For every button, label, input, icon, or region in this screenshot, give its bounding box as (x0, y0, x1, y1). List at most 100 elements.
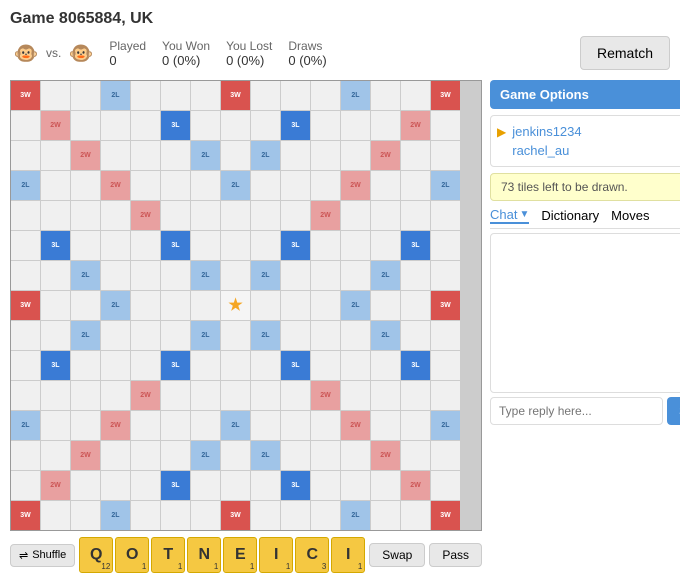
cell-3-10[interactable] (311, 171, 340, 200)
cell-13-5[interactable]: 3L (161, 471, 190, 500)
cell-4-9[interactable] (281, 201, 310, 230)
cell-13-9[interactable]: 3L (281, 471, 310, 500)
cell-8-9[interactable] (281, 321, 310, 350)
cell-9-11[interactable] (341, 351, 370, 380)
cell-6-10[interactable] (311, 261, 340, 290)
cell-3-0[interactable]: 2L (11, 171, 40, 200)
cell-0-14[interactable]: 3W (431, 81, 460, 110)
cell-5-10[interactable] (311, 231, 340, 260)
cell-3-9[interactable] (281, 171, 310, 200)
cell-1-5[interactable]: 3L (161, 111, 190, 140)
swap-button[interactable]: Swap (369, 543, 425, 567)
cell-11-13[interactable] (401, 411, 430, 440)
cell-6-3[interactable] (101, 261, 130, 290)
cell-7-0[interactable]: 3W (11, 291, 40, 320)
cell-14-11[interactable]: 2L (341, 501, 370, 530)
cell-13-6[interactable] (191, 471, 220, 500)
cell-3-13[interactable] (401, 171, 430, 200)
cell-6-12[interactable]: 2L (371, 261, 400, 290)
cell-10-10[interactable]: 2W (311, 381, 340, 410)
cell-3-2[interactable] (71, 171, 100, 200)
tab-moves[interactable]: Moves (611, 208, 649, 223)
cell-10-11[interactable] (341, 381, 370, 410)
cell-5-4[interactable] (131, 231, 160, 260)
cell-8-7[interactable] (221, 321, 250, 350)
cell-11-3[interactable]: 2W (101, 411, 130, 440)
cell-5-7[interactable] (221, 231, 250, 260)
cell-3-4[interactable] (131, 171, 160, 200)
cell-14-13[interactable] (401, 501, 430, 530)
cell-12-7[interactable] (221, 441, 250, 470)
cell-9-7[interactable] (221, 351, 250, 380)
cell-12-2[interactable]: 2W (71, 441, 100, 470)
rematch-button[interactable]: Rematch (580, 36, 670, 70)
cell-9-13[interactable]: 3L (401, 351, 430, 380)
cell-11-4[interactable] (131, 411, 160, 440)
cell-1-12[interactable] (371, 111, 400, 140)
cell-11-11[interactable]: 2W (341, 411, 370, 440)
cell-0-10[interactable] (311, 81, 340, 110)
cell-9-0[interactable] (11, 351, 40, 380)
cell-0-9[interactable] (281, 81, 310, 110)
cell-7-2[interactable] (71, 291, 100, 320)
cell-1-0[interactable] (11, 111, 40, 140)
cell-13-13[interactable]: 2W (401, 471, 430, 500)
rack-tile-6[interactable]: C3 (295, 537, 329, 573)
cell-14-14[interactable]: 3W (431, 501, 460, 530)
cell-11-5[interactable] (161, 411, 190, 440)
cell-3-14[interactable]: 2L (431, 171, 460, 200)
cell-7-9[interactable] (281, 291, 310, 320)
cell-4-13[interactable] (401, 201, 430, 230)
cell-13-11[interactable] (341, 471, 370, 500)
cell-6-9[interactable] (281, 261, 310, 290)
cell-8-12[interactable]: 2L (371, 321, 400, 350)
cell-6-1[interactable] (41, 261, 70, 290)
cell-9-8[interactable] (251, 351, 280, 380)
send-button[interactable]: Send (667, 397, 680, 425)
cell-1-1[interactable]: 2W (41, 111, 70, 140)
cell-2-3[interactable] (101, 141, 130, 170)
cell-0-1[interactable] (41, 81, 70, 110)
cell-9-9[interactable]: 3L (281, 351, 310, 380)
cell-1-4[interactable] (131, 111, 160, 140)
cell-8-0[interactable] (11, 321, 40, 350)
cell-12-5[interactable] (161, 441, 190, 470)
tab-chat[interactable]: Chat ▼ (490, 207, 529, 224)
cell-2-10[interactable] (311, 141, 340, 170)
cell-7-7[interactable]: ★ (221, 291, 250, 320)
cell-7-5[interactable] (161, 291, 190, 320)
cell-9-2[interactable] (71, 351, 100, 380)
rack-tile-1[interactable]: O1 (115, 537, 149, 573)
cell-10-2[interactable] (71, 381, 100, 410)
cell-5-3[interactable] (101, 231, 130, 260)
cell-2-1[interactable] (41, 141, 70, 170)
cell-6-2[interactable]: 2L (71, 261, 100, 290)
cell-5-5[interactable]: 3L (161, 231, 190, 260)
cell-7-10[interactable] (311, 291, 340, 320)
cell-14-1[interactable] (41, 501, 70, 530)
cell-8-13[interactable] (401, 321, 430, 350)
cell-2-13[interactable] (401, 141, 430, 170)
cell-13-10[interactable] (311, 471, 340, 500)
cell-13-1[interactable]: 2W (41, 471, 70, 500)
cell-9-3[interactable] (101, 351, 130, 380)
cell-1-14[interactable] (431, 111, 460, 140)
chat-input[interactable] (490, 397, 663, 425)
cell-7-13[interactable] (401, 291, 430, 320)
cell-6-0[interactable] (11, 261, 40, 290)
cell-5-8[interactable] (251, 231, 280, 260)
rack-tile-2[interactable]: T1 (151, 537, 185, 573)
cell-7-6[interactable] (191, 291, 220, 320)
cell-6-11[interactable] (341, 261, 370, 290)
cell-13-7[interactable] (221, 471, 250, 500)
cell-8-10[interactable] (311, 321, 340, 350)
cell-6-13[interactable] (401, 261, 430, 290)
cell-2-14[interactable] (431, 141, 460, 170)
cell-7-14[interactable]: 3W (431, 291, 460, 320)
cell-3-5[interactable] (161, 171, 190, 200)
cell-3-8[interactable] (251, 171, 280, 200)
cell-1-6[interactable] (191, 111, 220, 140)
game-board[interactable]: 3W2L3W2L3W2W3L3L2W2W2L2L2W2L2W2L2W2L2W2W… (10, 80, 482, 531)
cell-9-1[interactable]: 3L (41, 351, 70, 380)
cell-5-6[interactable] (191, 231, 220, 260)
